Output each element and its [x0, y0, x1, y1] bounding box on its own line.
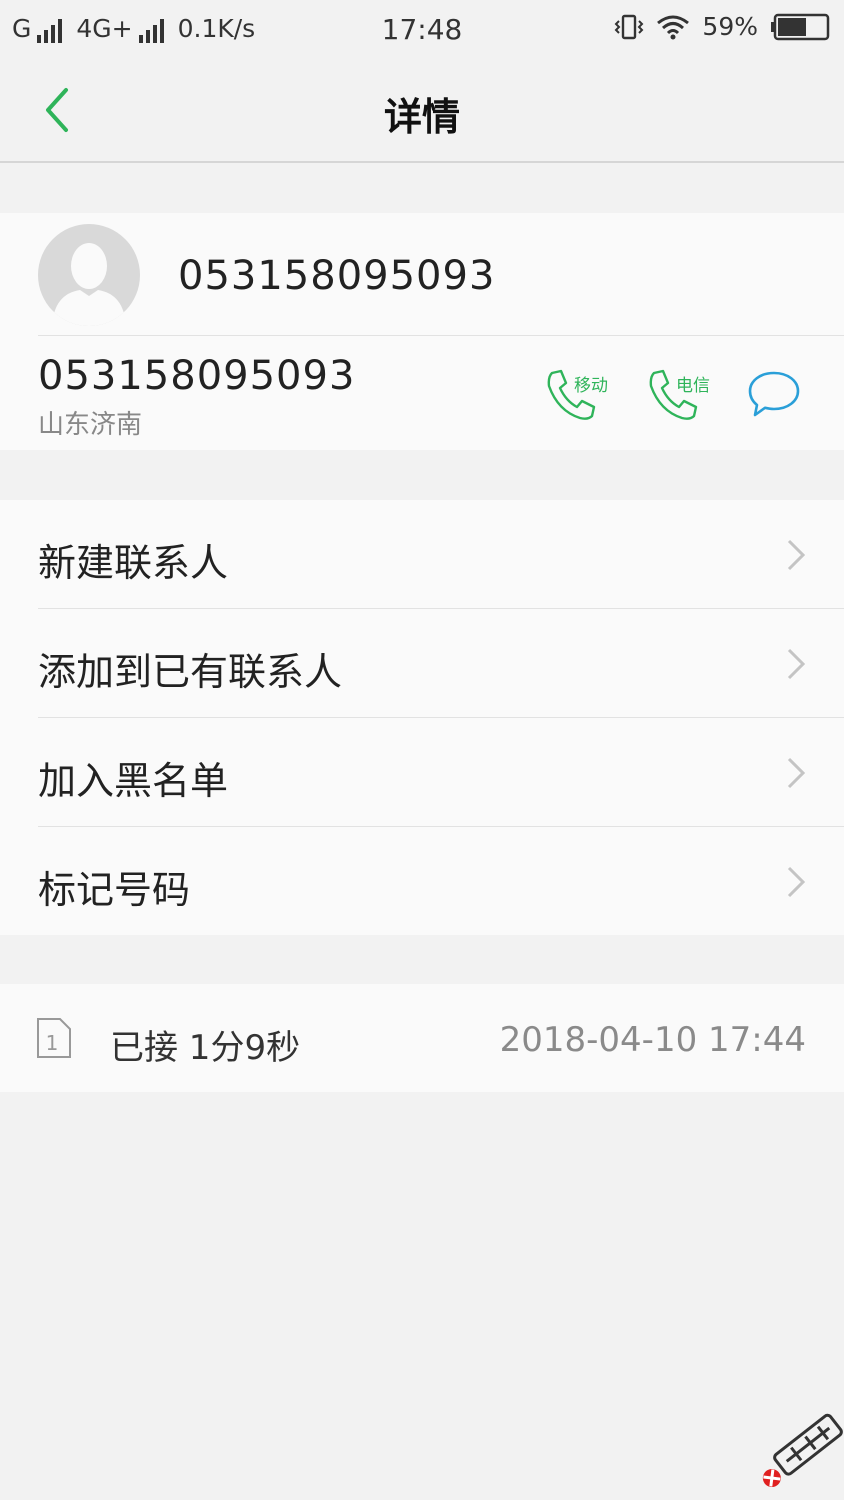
call-mobile-button[interactable]: 移动 — [544, 365, 616, 425]
call-carrier-label: 移动 — [574, 376, 608, 396]
menu-item-label: 添加到已有联系人 — [38, 650, 343, 694]
avatar[interactable] — [38, 224, 140, 326]
call-carrier-label: 电信 — [676, 376, 710, 396]
person-icon — [52, 243, 126, 326]
call-telecom-button[interactable]: 电信 — [646, 365, 718, 425]
battery-icon — [771, 13, 830, 40]
chevron-right-icon — [787, 539, 806, 571]
menu-item-label: 加入黑名单 — [38, 759, 229, 803]
chevron-right-icon — [787, 648, 806, 680]
battery-percent: 59% — [702, 12, 758, 41]
chevron-right-icon — [787, 757, 806, 789]
wifi-icon — [657, 15, 690, 39]
call-status: 已接 1分9秒 — [110, 1028, 301, 1068]
menu-item-new-contact[interactable]: 新建联系人 — [0, 500, 844, 609]
page-title: 详情 — [383, 95, 460, 139]
chevron-right-icon — [787, 866, 806, 898]
status-right: 59% — [614, 12, 830, 41]
watermark-logo — [762, 1413, 843, 1488]
menu-item-mark-number[interactable]: 标记号码 — [0, 827, 844, 936]
phone-number[interactable]: 053158095093 — [38, 353, 355, 399]
title-bar: 详情 — [0, 60, 844, 163]
message-icon — [748, 371, 800, 417]
sim-slot-number: 1 — [46, 1031, 59, 1055]
menu-item-label: 标记号码 — [38, 868, 191, 912]
status-bar: G 4G+ 0.1K/s 17:48 59% — [0, 0, 844, 60]
divider — [38, 335, 844, 336]
contact-card: 053158095093 053158095093 山东济南 移动 电信 — [0, 213, 844, 450]
send-message-button[interactable] — [746, 365, 802, 425]
vibrate-icon — [615, 14, 644, 39]
contact-name: 053158095093 — [178, 253, 496, 299]
sim-card-icon: 1 — [37, 1018, 71, 1058]
call-record-row[interactable]: 1 已接 1分9秒 2018-04-10 17:44 — [0, 984, 844, 1092]
menu-item-label: 新建联系人 — [38, 541, 229, 585]
menu-item-add-to-existing[interactable]: 添加到已有联系人 — [0, 609, 844, 718]
call-datetime: 2018-04-10 17:44 — [499, 1020, 806, 1060]
action-menu: 新建联系人 添加到已有联系人 加入黑名单 标记号码 — [0, 500, 844, 935]
number-location: 山东济南 — [38, 410, 143, 440]
menu-item-blacklist[interactable]: 加入黑名单 — [0, 718, 844, 827]
